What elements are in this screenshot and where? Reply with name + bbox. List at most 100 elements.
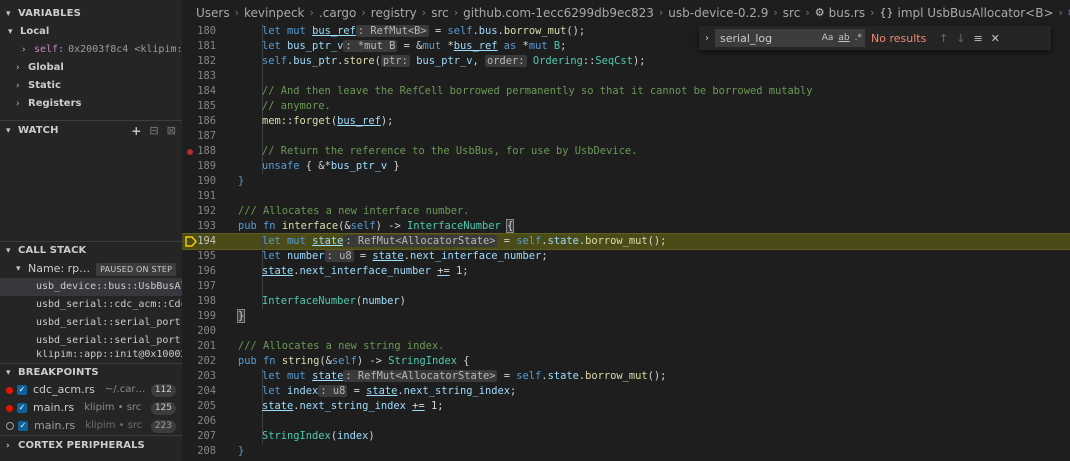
code-line[interactable]: 201 /// Allocates a new string index. xyxy=(182,339,1070,354)
breadcrumb-item[interactable]: impl UsbBusAllocator<B> xyxy=(898,0,1054,26)
stack-frame[interactable]: usbd_serial::serial_port::S xyxy=(0,332,182,350)
checkbox-checked-icon[interactable]: ✓ xyxy=(17,403,27,413)
breakpoint-item[interactable]: ✓ main.rs klipim • src 223 xyxy=(0,417,182,435)
code-line[interactable]: 198 InterfaceNumber(number) xyxy=(182,294,1070,309)
current-line[interactable]: 194 let mut state: RefMut<AllocatorState>… xyxy=(182,233,1070,250)
breadcrumb-item[interactable]: .cargo xyxy=(319,0,356,26)
variables-section-header[interactable]: ▾ VARIABLES xyxy=(0,5,182,23)
checkbox-checked-icon[interactable]: ✓ xyxy=(17,385,27,395)
breadcrumb-item[interactable]: bus.rs xyxy=(829,0,865,26)
breadcrumb-item[interactable]: registry xyxy=(371,0,417,26)
stack-frame[interactable]: klipim::app::init@0x100025c xyxy=(0,350,182,360)
code-line[interactable]: 185 // anymore. xyxy=(182,99,1070,114)
code-line[interactable]: 204 let index: u8 = state.next_string_ind… xyxy=(182,384,1070,399)
code-token: pub xyxy=(238,220,264,232)
code-line[interactable]: 206 xyxy=(182,414,1070,429)
code-line[interactable]: 197 xyxy=(182,279,1070,294)
chevron-right-icon: › xyxy=(6,440,10,451)
cortex-peripherals-section-header[interactable]: › CORTEX PERIPHERALS xyxy=(0,435,182,455)
scope-local[interactable]: ▾ Local xyxy=(0,23,182,41)
breakpoint-item[interactable]: ✓ main.rs klipim • src 125 xyxy=(0,399,182,417)
previous-match-icon[interactable]: ↑ xyxy=(939,32,948,45)
stack-frame[interactable]: usbd_serial::cdc_acm::CdcAc xyxy=(0,296,182,314)
code-token: // anymore. xyxy=(262,100,331,112)
find-input[interactable] xyxy=(720,31,810,45)
breadcrumb-item[interactable]: Users xyxy=(196,0,230,26)
line-number: 202 xyxy=(197,355,216,367)
close-icon[interactable]: ✕ xyxy=(991,32,1000,45)
stack-frame[interactable]: usbd_serial::serial_port::S xyxy=(0,314,182,332)
line-number: 204 xyxy=(197,385,216,397)
line-number: 187 xyxy=(197,130,216,142)
breadcrumb-item[interactable]: github.com-1ecc6299db9ec823 xyxy=(463,0,654,26)
code-token: self xyxy=(447,25,473,37)
code-line[interactable]: 189 unsafe { &*bus_ptr_v } xyxy=(182,159,1070,174)
scope-static-label: Static xyxy=(28,80,61,91)
watch-section-header[interactable]: ▾ WATCH + ⊟ ⊠ xyxy=(0,120,182,140)
code-area[interactable]: 180 let mut bus_ref: RefMut<B> = self.bus… xyxy=(182,24,1070,459)
scope-global[interactable]: › Global xyxy=(0,59,182,77)
scope-local-label: Local xyxy=(20,26,50,37)
code-line[interactable]: 193 pub fn interface(&self) -> InterfaceN… xyxy=(182,219,1070,234)
regex-icon[interactable]: .* xyxy=(855,33,862,43)
variable-self[interactable]: › self: 0x2003f8c4 <klipim:… xyxy=(0,41,182,59)
code-token: mut xyxy=(287,25,313,37)
collapse-all-icon[interactable]: ⊟ xyxy=(149,122,158,140)
code-line[interactable]: 182 self.bus_ptr.store(ptr: bus_ptr_v, or… xyxy=(182,54,1070,69)
call-stack-section-header[interactable]: ▾ CALL STACK xyxy=(0,241,182,259)
match-case-icon[interactable]: Aa xyxy=(822,33,834,43)
code-line[interactable]: 203 let mut state: RefMut<AllocatorState>… xyxy=(182,369,1070,384)
match-whole-word-icon[interactable]: ab xyxy=(838,33,849,43)
code-token: state xyxy=(547,370,579,382)
code-line[interactable]: 191 xyxy=(182,189,1070,204)
next-match-icon[interactable]: ↓ xyxy=(956,32,965,45)
code-token: } xyxy=(236,309,246,323)
chevron-right-icon: › xyxy=(421,6,427,19)
breakpoints-section-header[interactable]: ▾ BREAKPOINTS xyxy=(0,363,182,381)
call-stack-thread[interactable]: ▾ Name: rp… PAUSED ON STEP xyxy=(0,260,182,278)
code-token: // And then leave the RefCell borrowed p… xyxy=(262,85,813,97)
code-line[interactable]: 188// Return the reference to the UsbBus… xyxy=(182,144,1070,159)
breakpoint-item[interactable]: ✓ cdc_acm.rs ~/.carg… 112 xyxy=(0,381,182,399)
checkbox-checked-icon[interactable]: ✓ xyxy=(18,421,28,431)
code-token: Ordering xyxy=(526,55,583,67)
add-expression-icon[interactable]: + xyxy=(131,122,141,140)
code-line[interactable]: 199} xyxy=(182,309,1070,324)
breadcrumb-item[interactable]: usb-device-0.2.9 xyxy=(668,0,768,26)
code-token: index xyxy=(337,430,369,442)
code-token: (& xyxy=(338,220,351,232)
stack-frame[interactable]: usb_device::bus::UsbBusAllo xyxy=(0,278,182,296)
code-token: ) xyxy=(368,430,375,442)
find-in-selection-icon[interactable]: ≡ xyxy=(973,32,982,45)
line-number: 182 xyxy=(197,55,216,67)
breakpoint-glyph-icon[interactable] xyxy=(187,149,193,155)
line-number: 193 xyxy=(197,220,216,232)
code-line[interactable]: 207 StringIndex(index) xyxy=(182,429,1070,444)
scope-static[interactable]: › Static xyxy=(0,77,182,95)
breadcrumb-item[interactable]: kevinpeck xyxy=(244,0,305,26)
code-line[interactable]: 202 pub fn string(&self) -> StringIndex { xyxy=(182,354,1070,369)
chevron-right-icon[interactable]: › xyxy=(699,33,715,44)
code-line[interactable]: 196 state.next_interface_number += 1; xyxy=(182,264,1070,279)
breadcrumb-item[interactable]: src xyxy=(431,0,449,26)
code-line[interactable]: 187 xyxy=(182,129,1070,144)
code-line[interactable]: 192 /// Allocates a new interface number. xyxy=(182,204,1070,219)
scope-registers[interactable]: › Registers xyxy=(0,95,182,113)
code-text: let mut bus_ref: RefMut<B> = self.bus.bo… xyxy=(262,24,585,39)
code-line[interactable]: 205 state.next_string_index += 1; xyxy=(182,399,1070,414)
chevron-down-icon: ▾ xyxy=(6,125,11,136)
inlay-hint: order: xyxy=(485,55,527,67)
chevron-right-icon: › xyxy=(16,63,20,73)
code-line[interactable]: 208} xyxy=(182,444,1070,459)
remove-all-icon[interactable]: ⊠ xyxy=(167,122,176,140)
code-line[interactable]: 190} xyxy=(182,174,1070,189)
code-token: bus_ptr_v xyxy=(409,55,473,67)
code-line[interactable]: 184 // And then leave the RefCell borrowe… xyxy=(182,84,1070,99)
code-line[interactable]: 195 let number: u8 = state.next_interface… xyxy=(182,249,1070,264)
code-line[interactable]: 186 mem::forget(bus_ref); xyxy=(182,114,1070,129)
breakpoints-title: BREAKPOINTS xyxy=(18,366,99,378)
code-line[interactable]: 183 xyxy=(182,69,1070,84)
breadcrumb-item[interactable]: src xyxy=(783,0,801,26)
code-line[interactable]: 200 xyxy=(182,324,1070,339)
chevron-down-icon: ▾ xyxy=(6,9,11,19)
